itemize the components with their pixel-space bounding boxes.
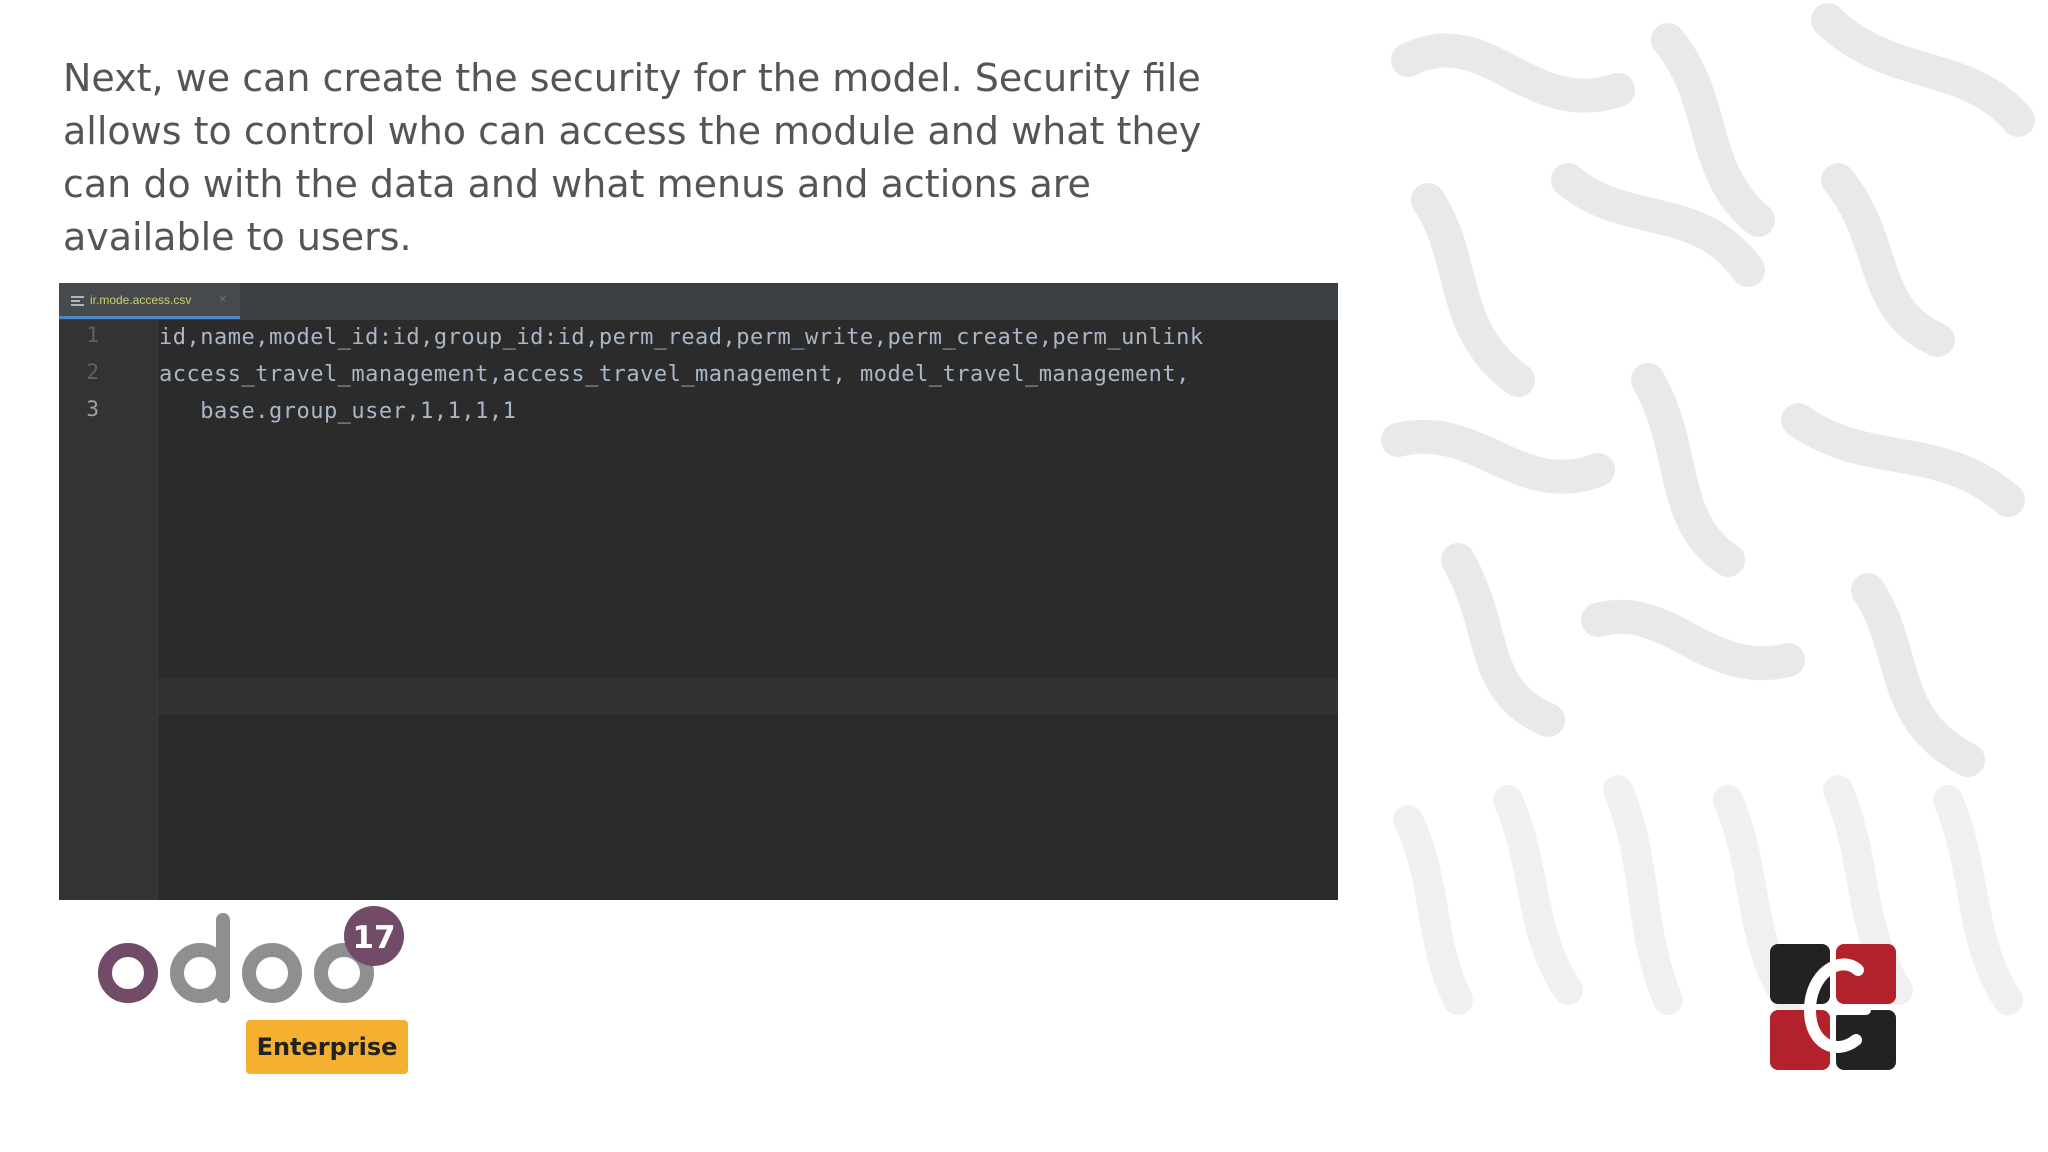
tab-label: ir.mode.access.csv xyxy=(90,293,192,307)
version-badge: 17 xyxy=(352,920,395,956)
code-editor[interactable]: ir.mode.access.csv × 1 2 3 id,name,model… xyxy=(59,283,1338,900)
tab-ir-model-access[interactable]: ir.mode.access.csv × xyxy=(59,283,240,319)
line-number: 2 xyxy=(86,360,99,384)
background-pattern xyxy=(1368,0,2048,1152)
line-number: 3 xyxy=(86,397,99,421)
enterprise-badge: Enterprise xyxy=(246,1020,408,1074)
current-line-highlight xyxy=(59,678,1338,715)
code-line[interactable]: access_travel_management,access_travel_m… xyxy=(159,362,1190,387)
code-line[interactable]: id,name,model_id:id,group_id:id,perm_rea… xyxy=(159,325,1204,350)
editor-tab-bar: ir.mode.access.csv × xyxy=(59,283,1338,320)
cybrosys-logo-icon xyxy=(1770,944,1896,1070)
intro-text: Next, we can create the security for the… xyxy=(63,56,1202,259)
line-number-gutter: 1 2 3 xyxy=(59,320,158,900)
file-lines-icon xyxy=(71,296,84,307)
line-number: 1 xyxy=(86,323,99,347)
close-icon[interactable]: × xyxy=(219,291,227,306)
code-line[interactable]: base.group_user,1,1,1,1 xyxy=(159,399,516,424)
